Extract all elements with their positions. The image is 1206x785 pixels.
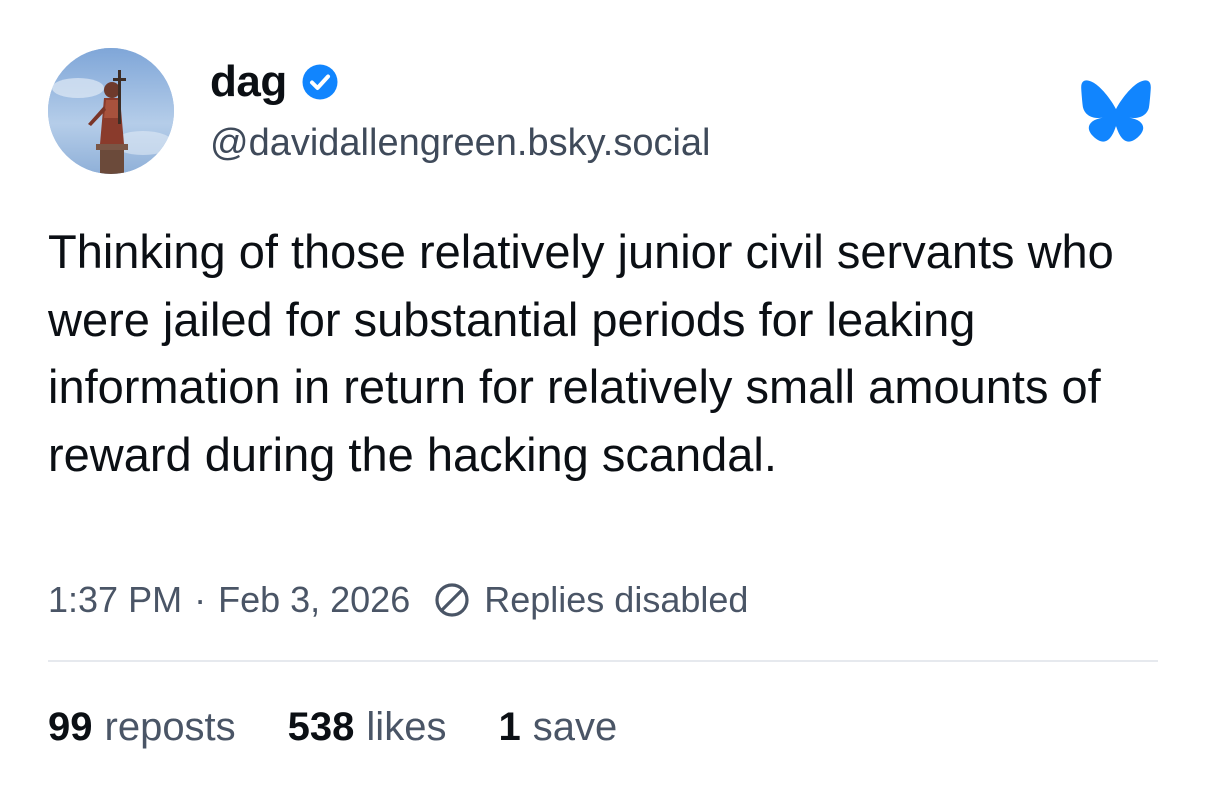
saves-label: save — [532, 704, 618, 749]
verified-check-icon[interactable] — [301, 63, 339, 101]
post-date[interactable]: Feb 3, 2026 — [218, 579, 410, 621]
likes-label: likes — [366, 704, 447, 749]
post-time[interactable]: 1:37 PM — [48, 579, 182, 621]
post-card: dag @davidallengreen.bsky.social Thinkin… — [0, 0, 1206, 785]
reposts-label: reposts — [104, 704, 236, 749]
author-handle[interactable]: @davidallengreen.bsky.social — [210, 118, 710, 168]
ban-circle-icon — [432, 580, 472, 620]
saves-count: 1 — [498, 704, 521, 749]
reposts-stat[interactable]: 99 reposts — [48, 705, 236, 750]
likes-stat[interactable]: 538 likes — [288, 705, 447, 750]
statue-avatar-image — [48, 48, 174, 174]
likes-count: 538 — [287, 704, 355, 749]
post-stats: 99 reposts 538 likes 1 save — [48, 700, 669, 754]
author-name-row: dag — [210, 52, 339, 112]
bluesky-butterfly-icon[interactable] — [1080, 78, 1152, 144]
saves-stat[interactable]: 1 save — [498, 705, 617, 750]
post-text: Thinking of those relatively junior civi… — [48, 225, 1114, 481]
display-name[interactable]: dag — [210, 52, 287, 112]
avatar[interactable] — [48, 48, 174, 174]
replies-status: Replies disabled — [432, 579, 748, 621]
meta-separator: · — [194, 579, 207, 620]
replies-status-label: Replies disabled — [484, 579, 749, 620]
post-meta: 1:37 PM · Feb 3, 2026 Replies disabled — [48, 574, 748, 626]
reposts-count: 99 — [48, 704, 93, 749]
divider — [48, 660, 1158, 662]
